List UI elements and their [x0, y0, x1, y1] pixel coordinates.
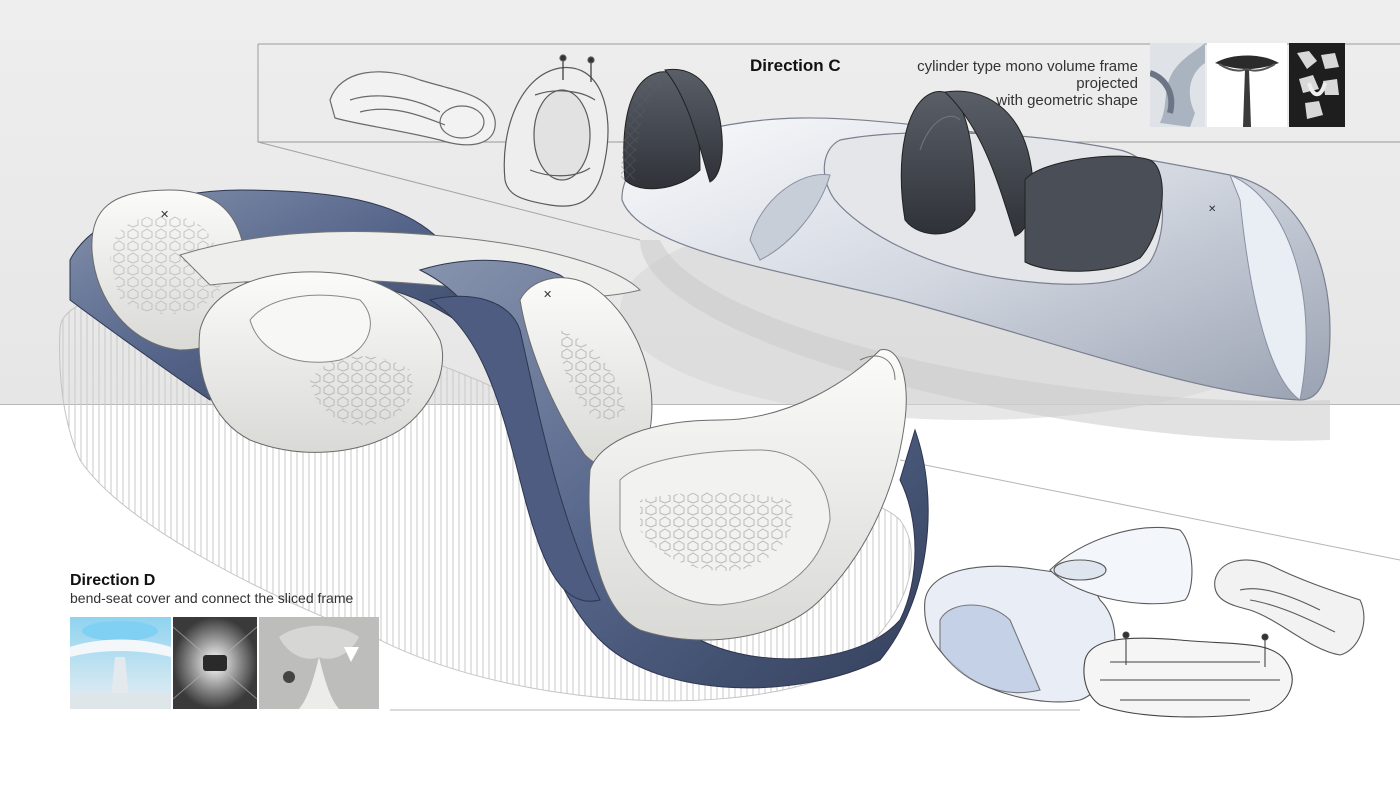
direction-c-title: Direction C	[750, 56, 841, 75]
direction-d-label: Direction D bend-seat cover and connect …	[70, 571, 390, 607]
sketch-capsule-small	[329, 71, 496, 146]
direction-c-desc-line2: with geometric shape	[996, 92, 1138, 109]
direction-c-description: cylinder type mono volume frame projecte…	[853, 58, 1138, 109]
sketch-pod-topview	[503, 54, 609, 207]
sketch-hourglass-shell	[1214, 559, 1365, 656]
direction-d-reference-images	[70, 617, 379, 709]
svg-text:✕: ✕	[543, 289, 552, 301]
wall-lamp-image	[173, 617, 257, 709]
organic-interior-image	[259, 617, 379, 709]
direction-c-reference-images	[1150, 43, 1345, 127]
voronoi-lattice-image	[1289, 43, 1345, 127]
twisted-sculpture-image	[1150, 43, 1205, 127]
direction-d-title: Direction D	[70, 572, 156, 589]
canopy-atrium-image	[70, 617, 171, 709]
direction-d-description: bend-seat cover and connect the sliced f…	[70, 590, 354, 606]
direction-c-desc-line1: cylinder type mono volume frame projecte…	[917, 58, 1138, 92]
sketch-interior-layout	[1083, 631, 1293, 718]
svg-text:✕: ✕	[1208, 204, 1216, 215]
svg-text:✕: ✕	[160, 209, 169, 221]
streetlamp-canopy-image	[1207, 43, 1287, 127]
